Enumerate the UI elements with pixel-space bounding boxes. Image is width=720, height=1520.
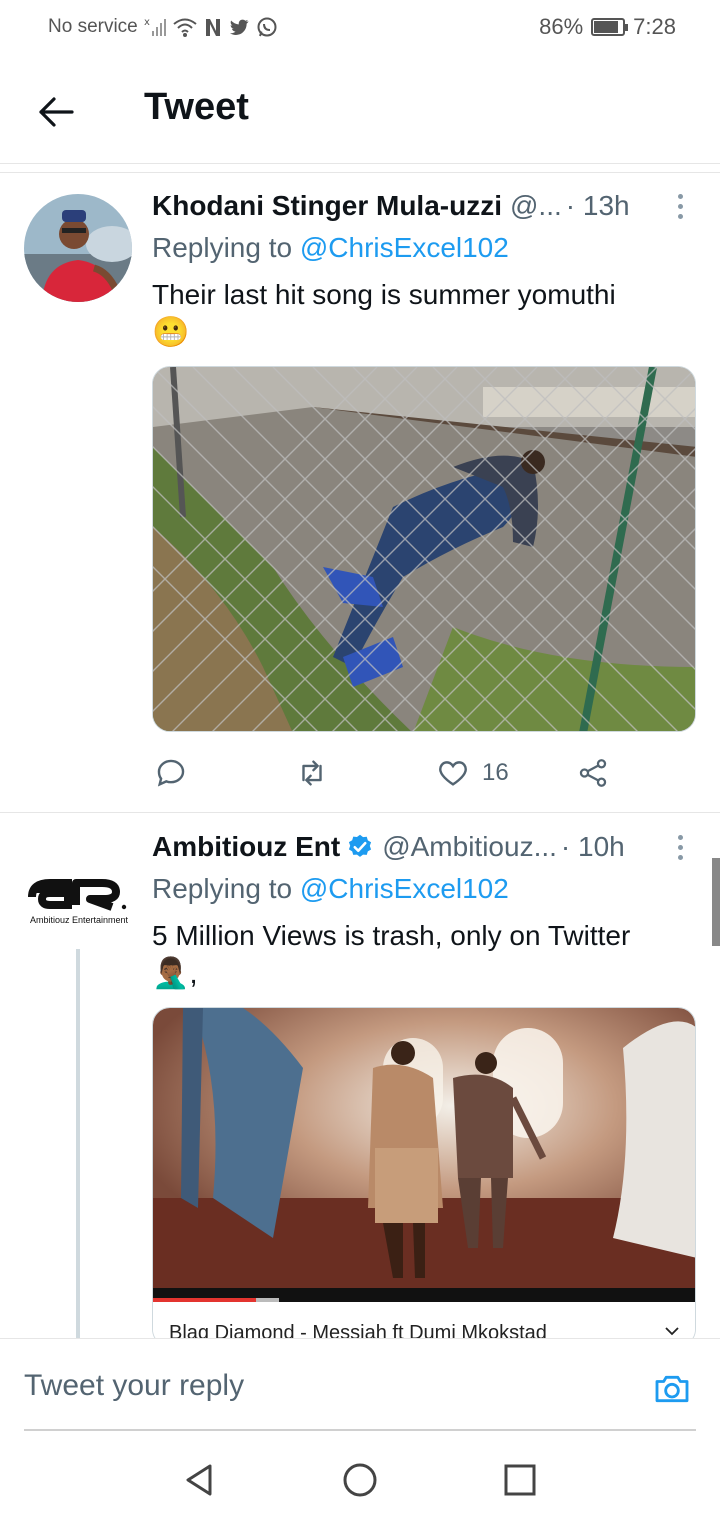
status-bar-left: No service x	[48, 16, 278, 38]
carrier-label: No service	[48, 16, 138, 37]
grimace-emoji: 😬	[152, 316, 190, 349]
top-app-bar: Tweet	[0, 58, 720, 164]
tweet-header: Khodani Stinger Mula-uzzi @... · 13h	[152, 190, 690, 222]
author-handle[interactable]: @...	[510, 190, 562, 222]
share-icon	[579, 759, 607, 787]
camera-button[interactable]	[652, 1369, 692, 1409]
tweet-2[interactable]: Ambitiouz Entertainment Ambitiouz Ent @A…	[0, 813, 720, 1338]
mention-link[interactable]: @ChrisExcel102	[300, 873, 509, 904]
tweet-text: Their last hit song is summer yomuthi 😬	[152, 276, 690, 352]
tweet-header: Ambitiouz Ent @Ambitiouz... · 10h	[152, 831, 690, 863]
ambitiouz-logo	[28, 879, 127, 911]
author-name[interactable]: Ambitiouz Ent	[152, 831, 340, 863]
reply-input-underline	[24, 1429, 696, 1431]
battery-icon	[591, 18, 629, 36]
twitter-icon	[229, 19, 249, 35]
back-button[interactable]	[28, 88, 84, 136]
replying-to-label: Replying to	[152, 232, 293, 263]
video-title-bar[interactable]: Blaq Diamond - Messiah ft Dumi Mkokstad	[153, 1302, 695, 1338]
reply-input[interactable]: Tweet your reply	[24, 1369, 244, 1403]
no-signal-icon: x	[144, 17, 166, 36]
status-bar: No service x 86% 7:28	[0, 0, 720, 56]
clock: 7:28	[633, 14, 676, 39]
author-handle[interactable]: @Ambitiouz...	[382, 831, 557, 863]
video-card[interactable]: Blaq Diamond - Messiah ft Dumi Mkokstad	[152, 1007, 696, 1338]
whatsapp-icon	[257, 17, 277, 37]
replying-to: Replying to @ChrisExcel102	[152, 232, 509, 264]
tweet-1[interactable]: Khodani Stinger Mula-uzzi @... · 13h Rep…	[0, 172, 720, 812]
camera-icon	[655, 1375, 689, 1403]
wifi-icon	[173, 18, 197, 37]
retweet-icon	[302, 760, 322, 786]
nav-recents-button[interactable]	[500, 1460, 540, 1500]
netflix-icon	[205, 19, 220, 36]
like-button[interactable]: 16	[436, 756, 509, 790]
tweet-text-body: Their last hit song is summer yomuthi	[152, 279, 616, 310]
battery-fill	[594, 21, 619, 33]
battery-percent: 86%	[539, 14, 584, 39]
thread-line	[76, 949, 80, 1338]
fence-photo	[153, 367, 695, 731]
video-thumbnail	[153, 1008, 695, 1288]
reply-composer: Tweet your reply	[0, 1338, 720, 1431]
nav-back-button[interactable]	[180, 1460, 220, 1500]
square-recents-icon	[504, 1464, 536, 1496]
share-button[interactable]	[576, 756, 610, 790]
circle-home-icon	[343, 1463, 377, 1497]
tweet-text: 5 Million Views is trash, only on Twitte…	[152, 917, 690, 993]
mention-link[interactable]: @ChrisExcel102	[300, 232, 509, 263]
avatar-caption: Ambitiouz Entertainment	[30, 915, 129, 925]
avatar[interactable]: Ambitiouz Entertainment	[24, 835, 132, 943]
tweet-image[interactable]	[152, 366, 696, 732]
system-nav-bar	[0, 1432, 720, 1520]
verified-badge-icon	[349, 834, 372, 857]
status-bar-right: 86% 7:28	[539, 14, 676, 40]
tweet-time: · 13h	[565, 190, 630, 221]
svg-text:x: x	[144, 17, 150, 28]
heart-icon	[439, 761, 467, 786]
video-progress-track[interactable]	[153, 1288, 695, 1302]
triangle-back-icon	[186, 1464, 212, 1496]
retweet-button[interactable]	[294, 756, 330, 790]
more-options-icon[interactable]	[670, 834, 690, 860]
author-name[interactable]: Khodani Stinger Mula-uzzi	[152, 190, 502, 222]
reply-icon	[157, 759, 185, 787]
more-options-icon[interactable]	[670, 193, 690, 219]
avatar-photo	[24, 194, 132, 302]
chevron-down-icon[interactable]	[665, 1326, 679, 1336]
arrow-left-icon	[39, 97, 74, 127]
tweet-time: · 10h	[560, 831, 625, 862]
tweet-actions: 16	[152, 756, 612, 796]
facepalm-emoji: 🤦🏾‍♂️,	[152, 957, 198, 990]
nav-home-button[interactable]	[340, 1460, 380, 1500]
replying-to: Replying to @ChrisExcel102	[152, 873, 509, 905]
scrollbar[interactable]	[712, 858, 720, 946]
video-title: Blaq Diamond - Messiah ft Dumi Mkokstad	[169, 1322, 547, 1338]
page-title: Tweet	[144, 86, 249, 128]
replying-to-label: Replying to	[152, 873, 293, 904]
reply-button[interactable]	[154, 756, 188, 790]
like-count: 16	[482, 759, 509, 786]
avatar[interactable]	[24, 194, 132, 302]
tweet-text-body: 5 Million Views is trash, only on Twitte…	[152, 920, 631, 951]
